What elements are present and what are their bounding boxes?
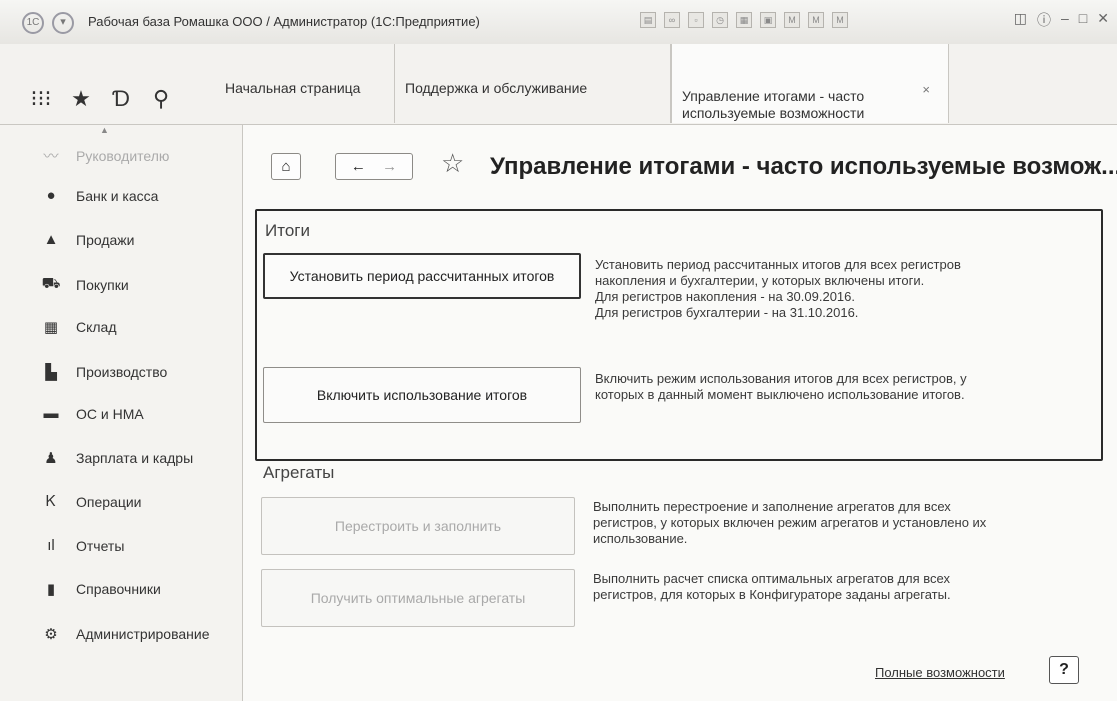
sidebar-item-warehouse[interactable]: ▦ Склад: [40, 318, 117, 336]
bag-icon: ▲: [43, 231, 59, 248]
factory-icon: ▙: [45, 364, 57, 381]
memory-plus-icon[interactable]: M: [808, 12, 824, 28]
forward-icon[interactable]: →: [382, 158, 397, 175]
home-button[interactable]: ⌂: [271, 153, 301, 180]
history-toolbar-icon[interactable]: ◷: [712, 12, 728, 28]
sidebar-item-administration[interactable]: ⚙ Администрирование: [40, 625, 209, 643]
window-title-bar: 1C ▾ Рабочая база Ромашка ООО / Админист…: [0, 0, 1117, 45]
home-icon: ⌂: [281, 158, 291, 175]
star-icon[interactable]: ★: [70, 86, 92, 112]
form-close-icon[interactable]: ×: [1086, 157, 1095, 175]
print-icon[interactable]: ▤: [640, 12, 656, 28]
save-icon[interactable]: ▫: [688, 12, 704, 28]
help-button[interactable]: ?: [1049, 656, 1079, 684]
memory-icon[interactable]: M: [784, 12, 800, 28]
main-menu-icon[interactable]: ▾: [52, 12, 74, 34]
tab-totals-management[interactable]: Управление итогами - часто используемые …: [671, 44, 949, 123]
enable-totals-description: Включить режим использования итогов для …: [595, 371, 967, 402]
operations-icon: Ꮶ: [45, 493, 57, 510]
page-title: Управление итогами - часто используемые …: [490, 153, 1117, 180]
chart-icon: 〰: [43, 148, 59, 165]
top-panel: ⁝⁝⁝ ★ Ɗ ⚲ Начальная страница Поддержка и…: [0, 44, 1117, 125]
info-icon[interactable]: ⓘ: [1037, 10, 1051, 30]
calendar-icon[interactable]: ▣: [760, 12, 776, 28]
enable-totals-button[interactable]: Включить использование итогов: [263, 367, 581, 423]
set-totals-period-description: Установить период рассчитанных итогов дл…: [595, 257, 961, 320]
aggregates-group-title: Агрегаты: [263, 463, 335, 482]
window-title: Рабочая база Ромашка ООО / Администратор…: [88, 14, 480, 29]
maximize-icon[interactable]: □: [1079, 10, 1087, 30]
optimal-aggregates-description: Выполнить расчет списка оптимальных агре…: [593, 571, 951, 602]
history-icon[interactable]: Ɗ: [110, 86, 132, 112]
sidebar-item-sales[interactable]: ▲ Продажи: [40, 231, 135, 248]
sidebar-item-production[interactable]: ▙ Производство: [40, 363, 167, 381]
gear-icon: ⚙: [44, 626, 58, 643]
sidebar-item-reports[interactable]: ıl Отчеты: [40, 537, 124, 554]
apps-grid-icon[interactable]: ⁝⁝⁝: [30, 86, 52, 112]
totals-group-title: Итоги: [265, 221, 310, 240]
sidebar-item-catalogs[interactable]: ▮ Справочники: [40, 580, 161, 598]
scroll-up-icon[interactable]: ▲: [100, 125, 109, 135]
back-icon[interactable]: ←: [351, 158, 366, 175]
quick-access-icons: ⁝⁝⁝ ★ Ɗ ⚲: [30, 86, 172, 112]
book-icon: ▮: [46, 581, 56, 598]
people-icon: ♟: [44, 450, 58, 467]
optimal-aggregates-button[interactable]: Получить оптимальные агрегаты: [261, 569, 575, 627]
panels-icon[interactable]: ◫: [1014, 10, 1027, 30]
link-icon[interactable]: ∞: [664, 12, 680, 28]
truck-icon: ▬: [43, 405, 59, 422]
calculator-icon[interactable]: ▦: [736, 12, 752, 28]
title-toolbar: ▤ ∞ ▫ ◷ ▦ ▣ M M M: [640, 12, 848, 28]
search-icon[interactable]: ⚲: [150, 86, 172, 112]
rebuild-aggregates-description: Выполнить перестроение и заполнение агре…: [593, 499, 987, 546]
memory-minus-icon[interactable]: M: [832, 12, 848, 28]
sidebar-item-salary[interactable]: ♟ Зарплата и кадры: [40, 449, 193, 467]
sidebar-item-operations[interactable]: Ꮶ Операции: [40, 493, 142, 510]
sections-panel: ▲ 〰 Руководителю ● Банк и касса ▲ Продаж…: [0, 125, 243, 701]
warehouse-icon: ▦: [43, 319, 59, 336]
totals-group: Итоги Установить период рассчитанных ито…: [255, 209, 1103, 461]
minimize-icon[interactable]: –: [1061, 10, 1069, 30]
full-features-link[interactable]: Полные возможности: [875, 665, 1005, 680]
sidebar-item-assets[interactable]: ▬ ОС и НМА: [40, 405, 144, 422]
tab-close-icon[interactable]: ×: [922, 82, 930, 97]
close-window-icon[interactable]: ✕: [1097, 10, 1109, 30]
window-controls: ◫ ⓘ – □ ✕: [1014, 10, 1109, 30]
cart-icon: ⛟: [41, 275, 61, 292]
sidebar-item-purchases[interactable]: ⛟ Покупки: [40, 275, 129, 294]
sidebar-item-manager[interactable]: 〰 Руководителю: [40, 145, 169, 166]
app-logo-icon[interactable]: 1C: [22, 12, 44, 34]
favorite-star-icon[interactable]: ☆: [441, 148, 464, 179]
tab-support[interactable]: Поддержка и обслуживание: [395, 44, 671, 123]
bar-chart-icon: ıl: [47, 537, 55, 554]
rebuild-aggregates-button[interactable]: Перестроить и заполнить: [261, 497, 575, 555]
coin-icon: ●: [46, 187, 56, 204]
set-totals-period-button[interactable]: Установить период рассчитанных итогов: [263, 253, 581, 299]
back-forward-buttons: ← →: [335, 153, 413, 180]
form-area: ⌂ ← → ☆ Управление итогами - часто испол…: [243, 125, 1117, 701]
tab-home[interactable]: Начальная страница: [215, 44, 395, 123]
sidebar-item-bank[interactable]: ● Банк и касса: [40, 187, 158, 204]
